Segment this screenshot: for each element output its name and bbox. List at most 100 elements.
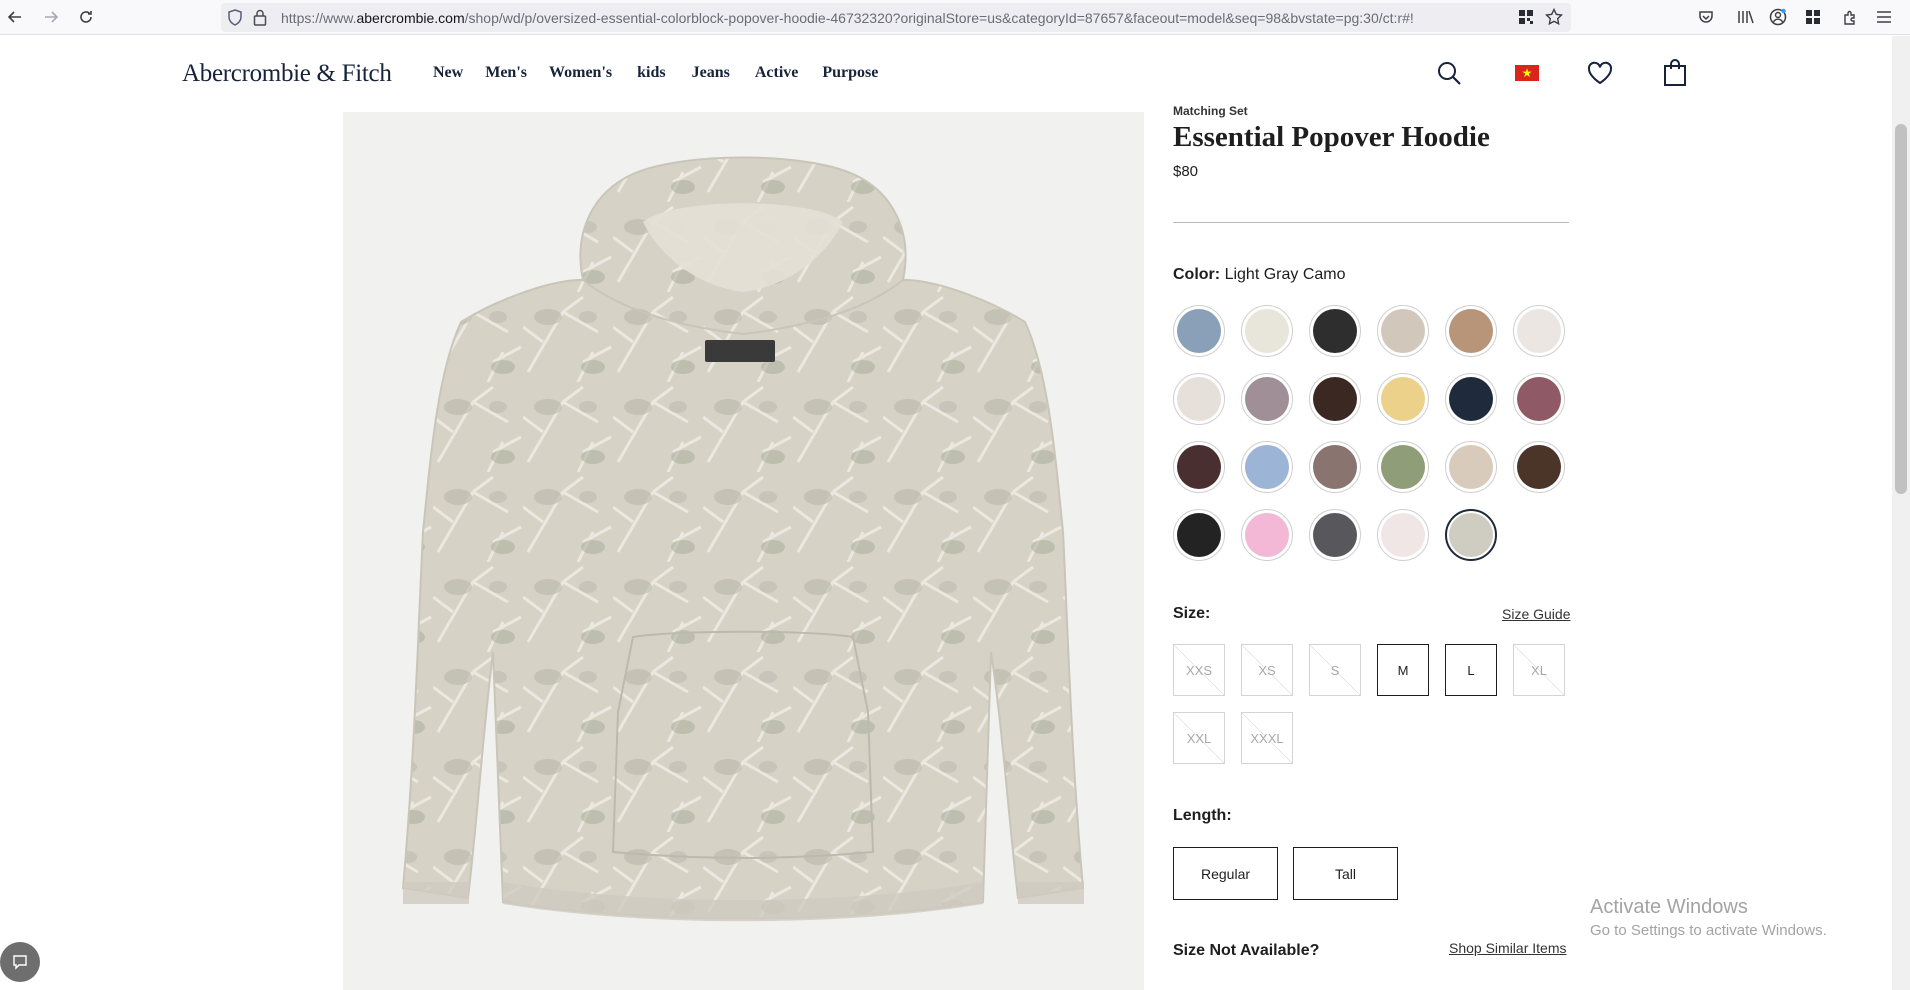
swatch-floral-print[interactable] xyxy=(1445,305,1497,357)
search-icon[interactable] xyxy=(1434,58,1464,88)
swatch-mauve-gray[interactable] xyxy=(1241,373,1293,425)
size-option-s[interactable]: S xyxy=(1309,644,1361,696)
wishlist-heart-icon[interactable] xyxy=(1585,58,1615,88)
vietnam-flag-icon[interactable] xyxy=(1512,58,1542,88)
nav-active[interactable]: Active xyxy=(755,64,799,82)
swatch-multicolor-plaid-pattern[interactable] xyxy=(1173,305,1225,357)
swatch-taupe[interactable] xyxy=(1309,441,1361,493)
swatch-color xyxy=(1381,309,1425,353)
swatch-color xyxy=(1245,309,1289,353)
swatch-color xyxy=(1517,377,1561,421)
size-option-xs[interactable]: XS xyxy=(1241,644,1293,696)
nav-kids[interactable]: kids xyxy=(637,64,665,82)
site-logo[interactable]: Abercrombie & Fitch xyxy=(182,60,392,88)
windows-activation-watermark: Activate Windows Go to Settings to activ… xyxy=(1590,896,1827,939)
swatch-black-2[interactable] xyxy=(1173,509,1225,561)
chat-button[interactable] xyxy=(0,942,40,982)
swatch-color xyxy=(1245,513,1289,557)
swatch-color xyxy=(1449,309,1493,353)
shop-similar-items-link[interactable]: Shop Similar Items xyxy=(1449,940,1566,956)
swatch-color xyxy=(1449,513,1493,557)
size-option-xxxl[interactable]: XXXL xyxy=(1241,712,1293,764)
swatch-pink[interactable] xyxy=(1241,509,1293,561)
swatch-color xyxy=(1245,445,1289,489)
swatch-color xyxy=(1381,513,1425,557)
main-nav: New Men's Women's kids Jeans Active Purp… xyxy=(433,64,878,82)
size-not-available-label: Size Not Available? xyxy=(1173,942,1320,959)
activation-subtitle: Go to Settings to activate Windows. xyxy=(1590,922,1827,939)
swatch-color xyxy=(1313,513,1357,557)
lock-icon[interactable] xyxy=(253,9,267,31)
shield-icon[interactable] xyxy=(227,9,243,31)
nav-purpose[interactable]: Purpose xyxy=(822,64,878,82)
puzzle-extension-icon[interactable] xyxy=(1838,5,1862,29)
swatch-blush[interactable] xyxy=(1377,509,1429,561)
swatch-color xyxy=(1517,309,1561,353)
back-icon[interactable] xyxy=(2,4,28,30)
swatch-sage[interactable] xyxy=(1377,441,1429,493)
nav-womens[interactable]: Women's xyxy=(549,64,612,82)
swatch-cream[interactable] xyxy=(1241,305,1293,357)
browser-toolbar: https://www.abercrombie.com/shop/wd/p/ov… xyxy=(0,0,1910,35)
product-price: $80 xyxy=(1173,163,1199,180)
swatch-oatmeal[interactable] xyxy=(1377,305,1429,357)
swatch-butter-yellow[interactable] xyxy=(1377,373,1429,425)
swatch-light-blue[interactable] xyxy=(1241,441,1293,493)
color-label: Color: Light Gray Camo xyxy=(1173,266,1346,284)
swatch-chocolate[interactable] xyxy=(1513,441,1565,493)
size-option-m[interactable]: M xyxy=(1377,644,1429,696)
swatch-color xyxy=(1449,445,1493,489)
address-bar[interactable]: https://www.abercrombie.com/shop/wd/p/ov… xyxy=(221,3,1571,32)
swatch-light-gray-camo[interactable] xyxy=(1445,509,1497,561)
swatch-color xyxy=(1177,445,1221,489)
extensions-grid-icon[interactable] xyxy=(1801,5,1825,29)
nav-mens[interactable]: Men's xyxy=(485,64,527,82)
bookmark-star-icon[interactable] xyxy=(1544,7,1564,31)
size-option-xxs[interactable]: XXS xyxy=(1173,644,1225,696)
swatch-color xyxy=(1177,377,1221,421)
swatch-navy[interactable] xyxy=(1445,373,1497,425)
swatch-charcoal[interactable] xyxy=(1309,509,1361,561)
swatch-color xyxy=(1381,377,1425,421)
color-label-value: Light Gray Camo xyxy=(1224,266,1346,283)
product-title: Essential Popover Hoodie xyxy=(1173,121,1490,153)
scrollbar-thumb[interactable] xyxy=(1895,124,1907,494)
shopping-bag-icon[interactable] xyxy=(1660,58,1690,88)
reload-icon[interactable] xyxy=(73,4,99,30)
activation-title: Activate Windows xyxy=(1590,896,1748,918)
product-image[interactable] xyxy=(343,112,1144,990)
length-regular-button[interactable]: Regular xyxy=(1173,847,1278,900)
swatch-color xyxy=(1177,513,1221,557)
swatch-light-cream[interactable] xyxy=(1173,373,1225,425)
product-eyebrow: Matching Set xyxy=(1173,104,1248,118)
nav-new[interactable]: New xyxy=(433,64,463,82)
swatch-sand[interactable] xyxy=(1445,441,1497,493)
color-label-key: Color: xyxy=(1173,266,1221,283)
chat-icon xyxy=(13,955,27,970)
swatch-dark-brown[interactable] xyxy=(1309,373,1361,425)
swatch-color xyxy=(1517,445,1561,489)
swatch-plum-brown[interactable] xyxy=(1173,441,1225,493)
url-text[interactable]: https://www.abercrombie.com/shop/wd/p/ov… xyxy=(281,10,1414,26)
nav-jeans[interactable]: Jeans xyxy=(692,64,730,82)
swatch-color xyxy=(1313,309,1357,353)
swatch-rose-brown[interactable] xyxy=(1513,373,1565,425)
size-guide-link[interactable]: Size Guide xyxy=(1502,606,1570,622)
pocket-icon[interactable] xyxy=(1694,5,1718,29)
library-icon[interactable] xyxy=(1734,5,1758,29)
length-label: Length: xyxy=(1173,807,1232,824)
qr-code-icon[interactable] xyxy=(1518,9,1534,30)
swatch-color xyxy=(1245,377,1289,421)
length-tall-button[interactable]: Tall xyxy=(1293,847,1398,900)
size-option-xl[interactable]: XL xyxy=(1513,644,1565,696)
size-option-l[interactable]: L xyxy=(1445,644,1497,696)
swatch-color xyxy=(1449,377,1493,421)
swatch-black[interactable] xyxy=(1309,305,1361,357)
size-label: Size: xyxy=(1173,605,1211,622)
forward-icon[interactable] xyxy=(38,4,64,30)
hamburger-menu-icon[interactable] xyxy=(1872,5,1896,29)
account-icon[interactable] xyxy=(1766,5,1790,29)
size-option-xxl[interactable]: XXL xyxy=(1173,712,1225,764)
swatch-line-art-print[interactable] xyxy=(1513,305,1565,357)
swatch-color xyxy=(1313,377,1357,421)
